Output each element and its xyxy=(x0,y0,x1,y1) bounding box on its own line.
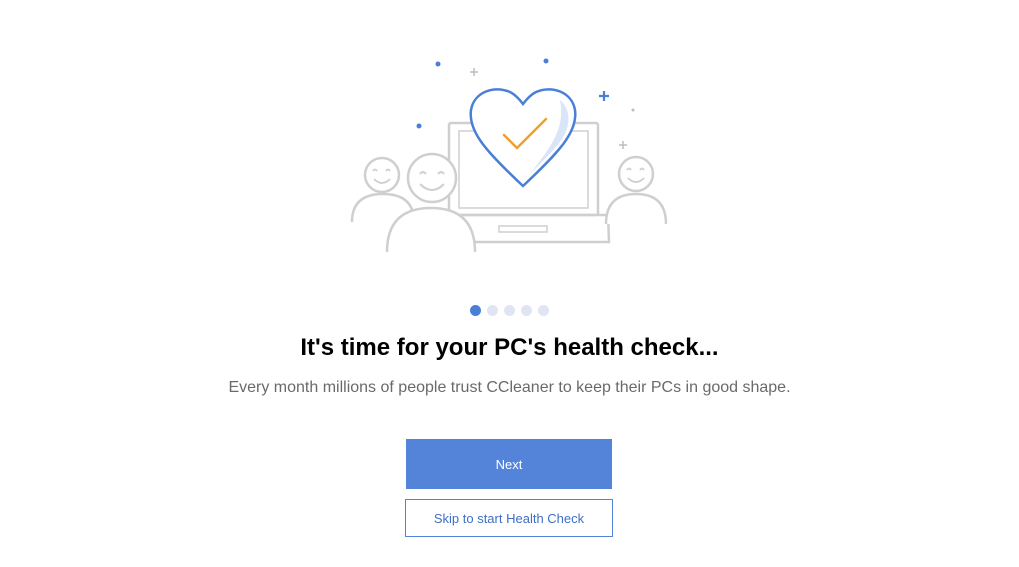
step-indicator xyxy=(0,305,1019,316)
smiling-person-icon xyxy=(604,155,668,225)
health-check-illustration xyxy=(350,58,668,253)
step-dot-1[interactable] xyxy=(470,305,481,316)
heart-icon xyxy=(469,88,577,188)
page-subtitle: Every month millions of people trust CCl… xyxy=(228,379,791,396)
skip-to-health-check-button[interactable]: Skip to start Health Check xyxy=(405,499,613,537)
next-button[interactable]: Next xyxy=(406,439,612,489)
step-dot-2[interactable] xyxy=(487,305,498,316)
onboarding-screen: It's time for your PC's health check... … xyxy=(0,0,1019,567)
step-dot-4[interactable] xyxy=(521,305,532,316)
page-title: It's time for your PC's health check... xyxy=(300,334,719,361)
step-dot-3[interactable] xyxy=(504,305,515,316)
step-dot-5[interactable] xyxy=(538,305,549,316)
